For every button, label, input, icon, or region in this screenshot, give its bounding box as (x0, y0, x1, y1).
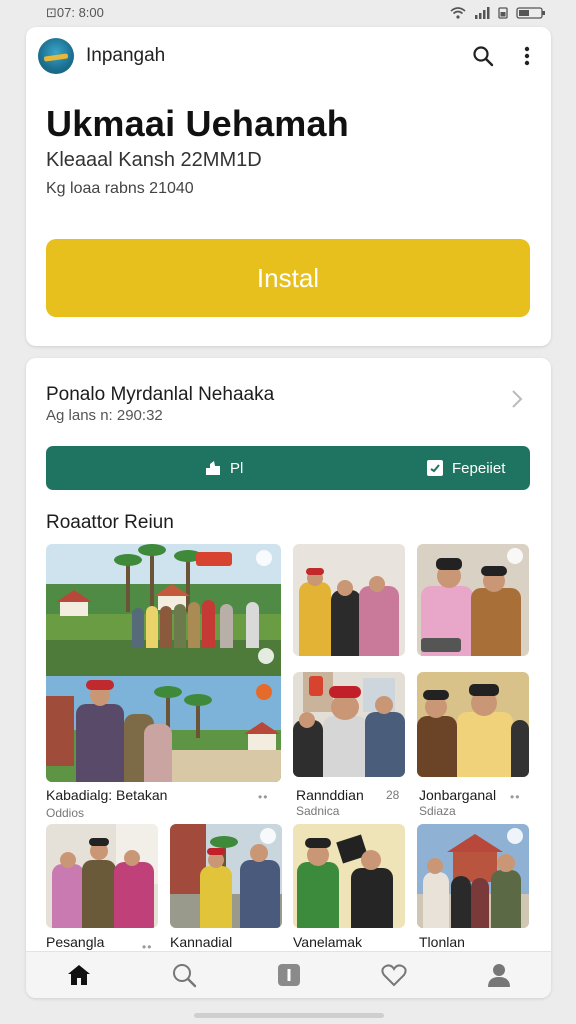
bottom-nav (26, 951, 551, 998)
share-icon (206, 461, 220, 475)
gallery-item-7[interactable] (170, 824, 282, 928)
gallery-subcaption-2: Sadnica (296, 804, 340, 818)
gallery-item-2[interactable] (293, 544, 405, 656)
home-indicator (194, 1013, 384, 1018)
status-bar: ⊡07: 8:00 (0, 0, 576, 26)
gallery-item-1[interactable] (46, 544, 281, 782)
gallery-item-8[interactable] (293, 824, 405, 928)
install-button[interactable]: Instal (46, 239, 530, 317)
gallery-item-6[interactable] (46, 824, 158, 928)
signal-icon (475, 7, 490, 19)
gallery-item-5[interactable] (417, 672, 529, 777)
app-logo (38, 38, 74, 74)
action-bar: Pl Fepeiiet (46, 446, 530, 490)
gallery-meta-2: 28 (386, 788, 400, 802)
section-subtitle: Ag lans n: 290:32 (46, 407, 163, 424)
gallery-caption-5: Kannadial (170, 934, 233, 950)
nav-library[interactable] (269, 955, 309, 995)
search-icon (172, 964, 196, 988)
more-button[interactable] (514, 43, 540, 69)
gallery-caption-1: Kabadialg: Betakan (46, 787, 168, 803)
app-bar: Inpangah (26, 27, 551, 85)
app-detail-card: Inpangah Ukmaai Uehamah Kleaaal Kansh 22… (26, 27, 551, 346)
gallery-item-3[interactable] (417, 544, 529, 656)
gallery-subcaption-1: Oddios (46, 806, 85, 820)
app-subtitle: Kleaaal Kansh 22MM1D (46, 149, 262, 171)
heart-icon (380, 964, 407, 987)
content-card: Ponalo Myrdanlal Nehaaka Ag lans n: 290:… (26, 358, 551, 998)
app-name: Inpangah (86, 45, 166, 66)
search-button[interactable] (470, 43, 496, 69)
gallery-caption-4: Pesangla (46, 934, 105, 950)
gallery-subcaption-3: Sdiaza (419, 804, 456, 818)
checkbox-icon (427, 460, 443, 476)
battery-small-icon (498, 7, 508, 19)
profile-icon (487, 964, 510, 987)
nav-profile[interactable] (479, 955, 519, 995)
action-right-button[interactable]: Fepeiiet (426, 459, 505, 477)
search-icon (473, 46, 494, 67)
gallery-item-9[interactable] (417, 824, 529, 928)
app-meta: Kg loaa rabns 21040 (46, 180, 194, 197)
chevron-right-icon[interactable] (510, 388, 524, 410)
gallery-caption-7: Tlonlan (419, 934, 465, 950)
action-right-label: Fepeiiet (452, 459, 506, 477)
more-options-icon[interactable]: •• (258, 790, 268, 804)
action-left-label: Pl (230, 459, 244, 477)
nav-home[interactable] (59, 955, 99, 995)
gallery-item-4[interactable] (293, 672, 405, 777)
app-title: Ukmaai Uehamah (46, 103, 349, 144)
nav-favorites[interactable] (374, 955, 414, 995)
gallery-title: Roaattor Reiun (46, 512, 174, 533)
battery-icon (516, 7, 545, 19)
gallery-caption-2: Rannddian (296, 787, 364, 803)
status-time: ⊡07: 8:00 (46, 5, 104, 20)
action-left-button[interactable]: Pl (204, 459, 243, 477)
wifi-icon (450, 7, 466, 19)
more-options-icon[interactable]: •• (510, 790, 520, 804)
more-vertical-icon (524, 46, 530, 66)
nav-search[interactable] (164, 955, 204, 995)
gallery-caption-6: Vanelamak (293, 934, 363, 950)
section-title[interactable]: Ponalo Myrdanlal Nehaaka (46, 384, 274, 406)
library-icon (277, 964, 300, 986)
gallery-caption-3: Jonbarganal (419, 787, 497, 803)
home-icon (67, 965, 90, 985)
status-icons (450, 7, 546, 19)
